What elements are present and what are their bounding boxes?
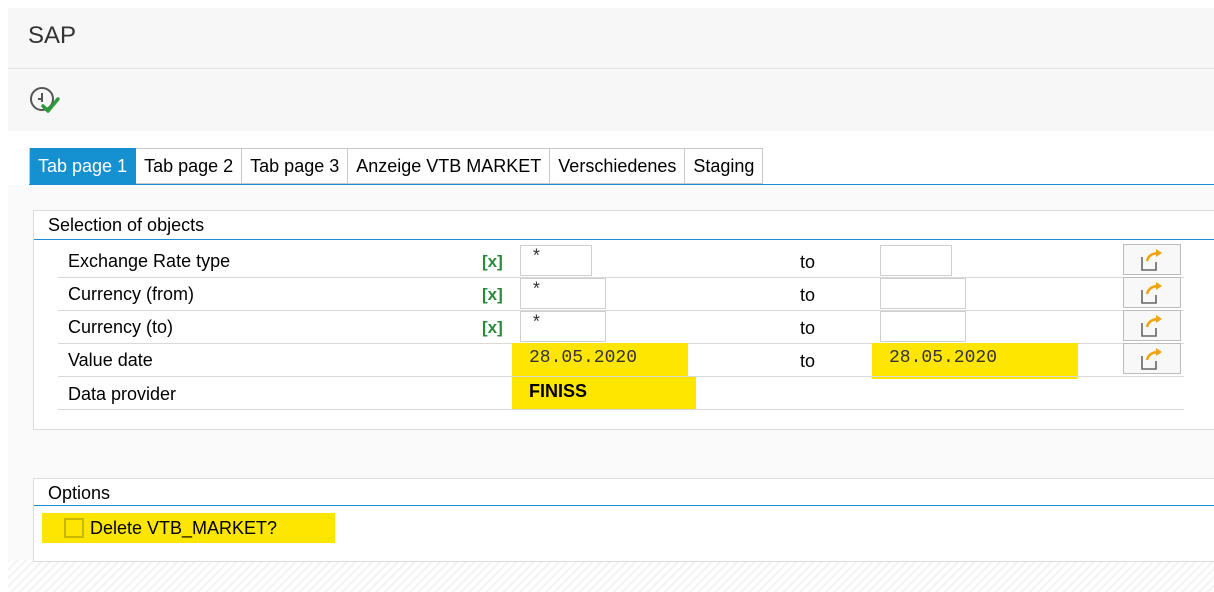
value-date-label: Value date	[68, 350, 153, 370]
value-date-from-input[interactable]: 28.05.2020	[518, 345, 684, 376]
currency-from-to-input[interactable]	[880, 278, 966, 309]
multiple-selection-button[interactable]	[1123, 277, 1181, 308]
currency-to-to-input[interactable]	[880, 311, 966, 342]
delete-vtb-market-label: Delete VTB_MARKET?	[90, 518, 278, 538]
options-group-title: Options	[48, 483, 111, 503]
multiple-selection-icon[interactable]: [x]	[482, 285, 503, 305]
currency-from-label: Currency (from)	[68, 284, 195, 304]
multiple-selection-arrow-icon	[1141, 347, 1162, 370]
tab-staging[interactable]: Staging	[685, 148, 764, 184]
multiple-selection-arrow-icon	[1141, 281, 1162, 304]
currency-to-from-input[interactable]: *	[520, 311, 606, 342]
tab-page-2[interactable]: Tab page 2	[136, 148, 243, 184]
to-label: to	[800, 252, 816, 272]
data-provider-label: Data provider	[68, 384, 177, 404]
exchange-rate-type-from-input[interactable]: *	[520, 245, 592, 276]
tab-strip: Tab page 1 Tab page 2 Tab page 3 Anzeige…	[29, 148, 764, 184]
background-pattern	[8, 560, 1214, 592]
multiple-selection-button[interactable]	[1123, 343, 1181, 374]
app-title: SAP	[28, 22, 77, 49]
exchange-rate-type-to-input[interactable]	[880, 245, 952, 276]
data-provider-input[interactable]: FINISS	[518, 378, 680, 409]
multiple-selection-arrow-icon	[1141, 248, 1162, 271]
delete-vtb-market-checkbox[interactable]	[64, 518, 84, 538]
to-label: to	[800, 285, 816, 305]
to-label: to	[800, 318, 816, 338]
execute-icon[interactable]	[28, 84, 62, 116]
toolbar	[8, 68, 1214, 131]
currency-to-label: Currency (to)	[68, 317, 174, 337]
currency-from-from-input[interactable]: *	[520, 278, 606, 309]
row-divider	[58, 409, 1184, 410]
to-label: to	[800, 351, 816, 371]
header-bar	[8, 8, 1214, 68]
multiple-selection-button[interactable]	[1123, 244, 1181, 275]
multiple-selection-icon[interactable]: [x]	[482, 252, 503, 272]
exchange-rate-type-label: Exchange Rate type	[68, 251, 231, 271]
tab-page-3[interactable]: Tab page 3	[242, 148, 349, 184]
selection-group-title: Selection of objects	[48, 215, 205, 235]
row-divider	[58, 277, 1184, 278]
tab-anzeige-vtb-market[interactable]: Anzeige VTB MARKET	[348, 148, 551, 184]
value-date-to-input[interactable]: 28.05.2020	[878, 345, 1040, 376]
options-group-divider	[34, 505, 1214, 506]
selection-group-divider	[34, 239, 1214, 240]
multiple-selection-button[interactable]	[1123, 310, 1181, 341]
row-divider	[58, 310, 1184, 311]
tab-page-1[interactable]: Tab page 1	[30, 148, 137, 184]
multiple-selection-arrow-icon	[1141, 314, 1162, 337]
tab-verschiedenes[interactable]: Verschiedenes	[550, 148, 686, 184]
multiple-selection-icon[interactable]: [x]	[482, 318, 503, 338]
